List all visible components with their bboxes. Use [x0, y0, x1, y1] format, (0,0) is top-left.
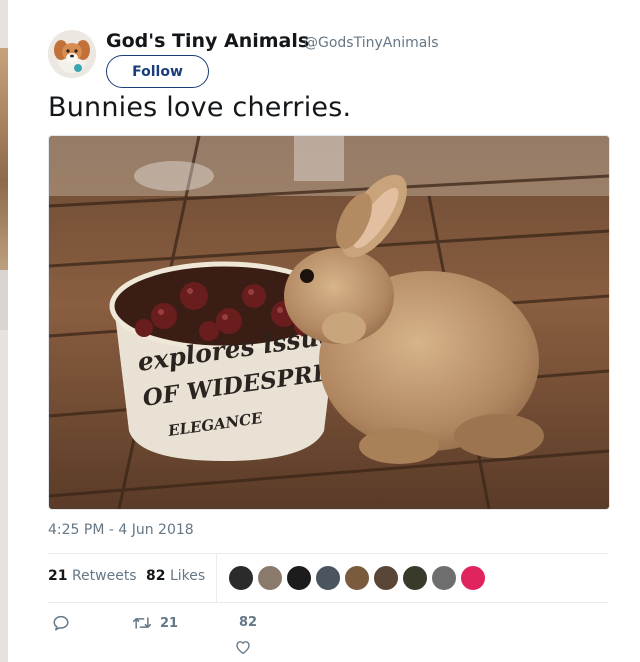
liker-avatar-1[interactable] — [228, 565, 254, 591]
liker-avatar-5[interactable] — [344, 565, 370, 591]
tweet-media-photo[interactable]: explores issues OF WIDESPREAD ELEGANCE — [48, 135, 610, 510]
likes-stat[interactable]: 82 Likes — [146, 568, 205, 584]
liker-avatar-6[interactable] — [373, 565, 399, 591]
tweet-card: God's Tiny Animals @GodsTinyAnimals Foll… — [8, 0, 640, 662]
liker-avatar-3[interactable] — [286, 565, 312, 591]
reply-button[interactable] — [52, 614, 70, 632]
like-count[interactable]: 82 — [239, 615, 257, 630]
liker-avatar-7[interactable] — [402, 565, 428, 591]
user-display-name[interactable]: God's Tiny Animals — [106, 30, 309, 52]
heart-icon — [236, 641, 250, 655]
tweet-stats: 21 Retweets 82 Likes — [48, 553, 608, 603]
likes-label: Likes — [169, 568, 206, 584]
retweet-icon — [132, 617, 152, 629]
retweet-count: 21 — [160, 615, 179, 631]
follow-button[interactable]: Follow — [106, 55, 209, 88]
liker-avatar-9[interactable] — [460, 565, 486, 591]
liker-avatar-2[interactable] — [257, 565, 283, 591]
tweet-text: Bunnies love cherries. — [48, 92, 352, 123]
like-button[interactable] — [234, 638, 252, 656]
liker-avatar-4[interactable] — [315, 565, 341, 591]
liker-avatar-8[interactable] — [431, 565, 457, 591]
likes-count: 82 — [146, 568, 166, 584]
retweets-count: 21 — [48, 568, 68, 584]
retweets-stat[interactable]: 21 Retweets — [48, 568, 137, 584]
retweet-button[interactable]: 21 — [132, 614, 178, 632]
user-avatar[interactable] — [48, 30, 96, 78]
tweet-actions: 21 82 — [48, 610, 608, 660]
reply-icon — [53, 615, 69, 631]
puppy-avatar-icon — [48, 30, 96, 78]
bunny-eating-cherries-photo-icon: explores issues OF WIDESPREAD ELEGANCE — [49, 136, 609, 509]
tweet-timestamp[interactable]: 4:25 PM - 4 Jun 2018 — [48, 522, 194, 538]
retweets-label: Retweets — [71, 568, 137, 584]
stats-divider — [216, 554, 217, 602]
user-handle[interactable]: @GodsTinyAnimals — [304, 35, 439, 51]
